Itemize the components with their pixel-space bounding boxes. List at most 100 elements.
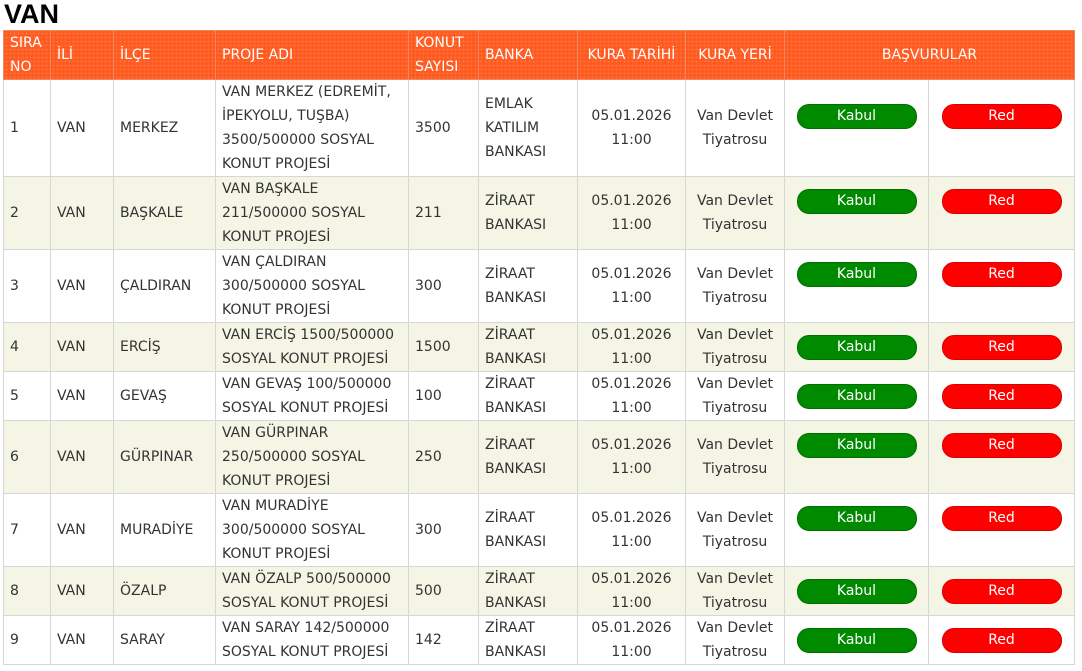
cell-red: Red	[927, 615, 1076, 665]
cell-sira: 2	[3, 176, 51, 250]
cell-kura-yeri: Van Devlet Tiyatrosu	[685, 566, 785, 616]
cell-red: Red	[927, 176, 1076, 250]
cell-kura-yeri: Van Devlet Tiyatrosu	[685, 176, 785, 250]
table-row: 8 VAN ÖZALP VAN ÖZALP 500/500000 SOSYAL KON…	[3, 566, 1076, 616]
cell-ilce: MERKEZ	[113, 79, 216, 177]
cell-ilce: GÜRPINAR	[113, 420, 216, 494]
cell-sira: 9	[3, 615, 51, 665]
cell-kura-tarihi: 05.01.2026 11:00	[577, 371, 686, 421]
cell-kura-tarihi: 05.01.2026 11:00	[577, 322, 686, 372]
cell-proje-adi: VAN GÜRPINAR 250/500000 SOSYAL KONUT PRO…	[215, 420, 409, 494]
cell-banka: ZİRAAT BANKASI	[478, 420, 578, 494]
cell-ilce: ÇALDIRAN	[113, 249, 216, 323]
red-button[interactable]: Red	[941, 627, 1062, 653]
cell-kura-yeri: Van Devlet Tiyatrosu	[685, 493, 785, 567]
red-button[interactable]: Red	[941, 104, 1062, 129]
kabul-button[interactable]: Kabul	[796, 104, 917, 129]
col-header-sira: SIRA NO	[3, 30, 51, 80]
kabul-button[interactable]: Kabul	[796, 578, 917, 604]
cell-ili: VAN	[50, 615, 114, 665]
red-button[interactable]: Red	[941, 383, 1062, 409]
col-header-kura-tarihi: KURA TARİHİ	[577, 30, 686, 80]
col-header-banka: BANKA	[478, 30, 578, 80]
col-header-kura-yeri: KURA YERİ	[685, 30, 785, 80]
kabul-button[interactable]: Kabul	[796, 627, 917, 653]
cell-konut-sayisi: 300	[408, 493, 479, 567]
cell-banka: ZİRAAT BANKASI	[478, 493, 578, 567]
cell-banka: ZİRAAT BANKASI	[478, 322, 578, 372]
cell-ili: VAN	[50, 249, 114, 323]
cell-proje-adi: VAN GEVAŞ 100/500000 SOSYAL KONUT PROJES…	[215, 371, 409, 421]
cell-proje-adi: VAN SARAY 142/500000 SOSYAL KONUT PROJES…	[215, 615, 409, 665]
col-header-konut-sayisi: KONUT SAYISI	[408, 30, 479, 80]
cell-kura-yeri: Van Devlet Tiyatrosu	[685, 322, 785, 372]
cell-kabul: Kabul	[784, 566, 929, 616]
cell-red: Red	[927, 79, 1076, 177]
cell-sira: 8	[3, 566, 51, 616]
cell-sira: 4	[3, 322, 51, 372]
kabul-button[interactable]: Kabul	[796, 334, 917, 360]
cell-ili: VAN	[50, 493, 114, 567]
red-button[interactable]: Red	[941, 189, 1062, 214]
cell-red: Red	[927, 566, 1076, 616]
cell-kura-tarihi: 05.01.2026 11:00	[577, 566, 686, 616]
cell-kura-yeri: Van Devlet Tiyatrosu	[685, 79, 785, 177]
cell-kabul: Kabul	[784, 420, 929, 494]
col-header-basvurular: BAŞVURULAR	[783, 30, 1076, 80]
cell-kabul: Kabul	[784, 176, 929, 250]
cell-kura-yeri: Van Devlet Tiyatrosu	[685, 249, 785, 323]
red-button[interactable]: Red	[941, 578, 1062, 604]
cell-kura-yeri: Van Devlet Tiyatrosu	[685, 371, 785, 421]
kabul-button[interactable]: Kabul	[796, 262, 917, 287]
cell-kabul: Kabul	[784, 79, 929, 177]
cell-ilce: SARAY	[113, 615, 216, 665]
table-row: 6 VAN GÜRPINAR VAN GÜRPINAR 250/500000 SOSY…	[3, 420, 1076, 494]
kabul-button[interactable]: Kabul	[796, 383, 917, 409]
cell-kura-tarihi: 05.01.2026 11:00	[577, 615, 686, 665]
cell-ili: VAN	[50, 176, 114, 250]
cell-kura-tarihi: 05.01.2026 11:00	[577, 420, 686, 494]
cell-sira: 5	[3, 371, 51, 421]
cell-ilce: MURADİYE	[113, 493, 216, 567]
red-button[interactable]: Red	[941, 506, 1062, 531]
cell-ilce: BAŞKALE	[113, 176, 216, 250]
projects-table: SIRA NO İLİ İLÇE PROJE ADI KONUT SAYISI …	[3, 30, 1076, 665]
cell-ilce: GEVAŞ	[113, 371, 216, 421]
table-row: 9 VAN SARAY VAN SARAY 142/500000 SOSYAL KON…	[3, 615, 1076, 665]
cell-konut-sayisi: 300	[408, 249, 479, 323]
cell-proje-adi: VAN MURADİYE 300/500000 SOSYAL KONUT PRO…	[215, 493, 409, 567]
page-title: VAN	[4, 0, 60, 29]
cell-banka: EMLAK KATILIM BANKASI	[478, 79, 578, 177]
kabul-button[interactable]: Kabul	[796, 189, 917, 214]
kabul-button[interactable]: Kabul	[796, 506, 917, 531]
red-button[interactable]: Red	[941, 433, 1062, 458]
cell-kabul: Kabul	[784, 615, 929, 665]
cell-banka: ZİRAAT BANKASI	[478, 249, 578, 323]
red-button[interactable]: Red	[941, 262, 1062, 287]
col-header-ili: İLİ	[50, 30, 114, 80]
table-row: 4 VAN ERCİŞ VAN ERCİŞ 1500/500000 SOSYAL KO…	[3, 322, 1076, 372]
table-row: 7 VAN MURADİYE VAN MURADİYE 300/500000 SOSY…	[3, 493, 1076, 567]
cell-red: Red	[927, 493, 1076, 567]
cell-konut-sayisi: 100	[408, 371, 479, 421]
cell-konut-sayisi: 500	[408, 566, 479, 616]
cell-konut-sayisi: 211	[408, 176, 479, 250]
table-header-row: SIRA NO İLİ İLÇE PROJE ADI KONUT SAYISI …	[3, 30, 1076, 80]
cell-konut-sayisi: 1500	[408, 322, 479, 372]
kabul-button[interactable]: Kabul	[796, 433, 917, 458]
cell-banka: ZİRAAT BANKASI	[478, 176, 578, 250]
cell-sira: 7	[3, 493, 51, 567]
cell-banka: ZİRAAT BANKASI	[478, 371, 578, 421]
cell-proje-adi: VAN ÖZALP 500/500000 SOSYAL KONUT PROJES…	[215, 566, 409, 616]
table-row: 1 VAN MERKEZ VAN MERKEZ (EDREMİT, İPEKYOLU,…	[3, 79, 1076, 177]
cell-kura-tarihi: 05.01.2026 11:00	[577, 493, 686, 567]
cell-konut-sayisi: 3500	[408, 79, 479, 177]
cell-proje-adi: VAN ERCİŞ 1500/500000 SOSYAL KONUT PROJE…	[215, 322, 409, 372]
cell-sira: 6	[3, 420, 51, 494]
cell-ili: VAN	[50, 371, 114, 421]
cell-red: Red	[927, 420, 1076, 494]
cell-kura-yeri: Van Devlet Tiyatrosu	[685, 615, 785, 665]
col-header-proje-adi: PROJE ADI	[215, 30, 409, 80]
table-row: 3 VAN ÇALDIRAN VAN ÇALDIRAN 300/500000 SOSY…	[3, 249, 1076, 323]
red-button[interactable]: Red	[941, 334, 1062, 360]
